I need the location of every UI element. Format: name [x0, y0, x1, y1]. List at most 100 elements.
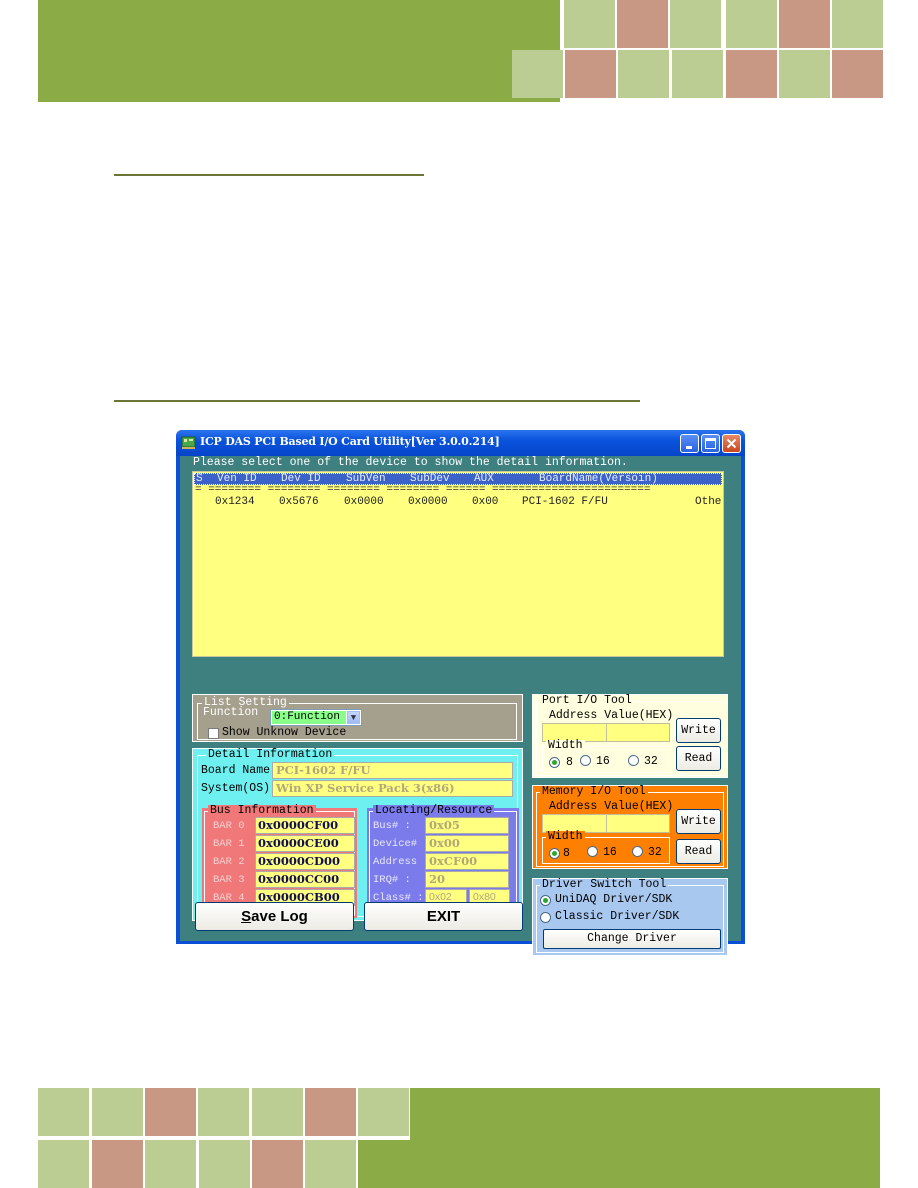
section-rule [114, 400, 640, 402]
list-setting-panel: List Setting Function 0:Function ▼ Show … [192, 694, 523, 742]
irq-label: IRQ# : [373, 874, 411, 886]
unidaq-driver-radio[interactable] [540, 895, 551, 906]
save-log-button[interactable]: Save Log [195, 902, 354, 931]
bar2-label: BAR 2 [213, 856, 245, 868]
address-label: Address : [373, 856, 430, 868]
tile [726, 0, 777, 48]
system-os-field[interactable]: Win XP Service Pack 3(x86) [272, 780, 513, 797]
port-read-button[interactable]: Read [676, 746, 721, 771]
port-width-8-label: 8 [566, 756, 573, 769]
system-os-label: System(OS) [201, 782, 271, 795]
memory-width-8-radio[interactable] [549, 848, 560, 859]
header-banner-lower [38, 48, 510, 102]
port-write-button[interactable]: Write [676, 718, 721, 743]
tile [145, 1140, 196, 1188]
tile [38, 1088, 89, 1136]
bus-number-label: Bus# : [373, 820, 411, 832]
exit-button[interactable]: EXIT [364, 902, 523, 931]
tile [38, 1140, 89, 1188]
memory-width-legend: Width [546, 830, 585, 843]
bus-info-group: Bus Information BAR 0 0x0000CF00 BAR 1 0… [204, 805, 355, 916]
close-button[interactable] [722, 434, 741, 453]
driver-switch-panel: Driver Switch Tool UniDAQ Driver/SDK Cla… [532, 878, 728, 956]
window-client: Please select one of the device to show … [180, 456, 741, 956]
bar2-field[interactable]: 0x0000CD00 [255, 853, 355, 870]
tile [670, 0, 721, 48]
tile [617, 0, 668, 48]
memory-width-16-label: 16 [603, 846, 617, 859]
memory-write-button[interactable]: Write [676, 809, 721, 834]
tile [832, 0, 883, 48]
bar3-field[interactable]: 0x0000CC00 [255, 871, 355, 888]
device-list[interactable]: S Ven ID Dev ID SubVen SubDev AUX BoardN… [192, 471, 724, 657]
tile [618, 50, 669, 98]
title-bar[interactable]: ICP DAS PCI Based I/O Card Utility[Ver 3… [176, 430, 745, 456]
memory-width-32-radio[interactable] [632, 846, 643, 857]
device-number-label: Device# : [373, 838, 430, 850]
memory-width-group: Width 8 16 32 [542, 831, 670, 864]
tile [92, 1140, 143, 1188]
board-name-field[interactable]: PCI-1602 F/FU [272, 762, 513, 779]
bar1-label: BAR 1 [213, 838, 245, 850]
app-card-icon [181, 436, 196, 449]
footer-banner-lower [358, 1140, 880, 1188]
memory-io-group: Memory I/O Tool Address Value(HEX) Width… [536, 786, 724, 867]
window-title: ICP DAS PCI Based I/O Card Utility[Ver 3… [200, 435, 500, 448]
tile [564, 0, 615, 48]
change-driver-button[interactable]: Change Driver [543, 929, 721, 949]
port-width-16-label: 16 [596, 755, 610, 768]
port-io-group: Port I/O Tool Address Value(HEX) Width 8… [536, 695, 724, 776]
tile [92, 1088, 143, 1136]
tile [358, 1088, 409, 1136]
address-field[interactable]: 0xCF00 [425, 853, 509, 870]
memory-width-16-radio[interactable] [587, 846, 598, 857]
port-width-legend: Width [546, 739, 585, 752]
maximize-icon [705, 438, 716, 449]
close-icon [726, 438, 737, 449]
tile [305, 1088, 356, 1136]
driver-switch-legend: Driver Switch Tool [540, 878, 669, 891]
locating-legend: Locating/Resource [373, 804, 495, 817]
irq-field[interactable]: 20 [425, 871, 509, 888]
tile [565, 50, 616, 98]
minimize-icon [686, 446, 692, 449]
tile [199, 1140, 250, 1188]
tile [252, 1140, 303, 1188]
cell-subven: 0x0000 [344, 496, 384, 508]
show-unknown-label: Show Unknow Device [222, 726, 347, 739]
port-width-8-radio[interactable] [549, 757, 560, 768]
show-unknown-checkbox[interactable] [208, 728, 219, 739]
tile [198, 1088, 249, 1136]
tile [145, 1088, 196, 1136]
cell-subdev: 0x0000 [408, 496, 448, 508]
memory-io-legend: Memory I/O Tool [540, 785, 648, 798]
divider [606, 815, 607, 832]
unidaq-driver-label: UniDAQ Driver/SDK [555, 893, 673, 906]
port-width-32-label: 32 [644, 755, 658, 768]
device-number-field[interactable]: 0x00 [425, 835, 509, 852]
port-address-value-label: Address Value(HEX) [549, 709, 674, 722]
detail-info-group: Detail Information Board Name PCI-1602 F… [197, 749, 519, 918]
memory-width-32-label: 32 [648, 846, 662, 859]
bus-number-field[interactable]: 0x05 [425, 817, 509, 834]
minimize-button[interactable] [680, 434, 699, 453]
cell-ven-id: 0x1234 [215, 496, 255, 508]
maximize-button[interactable] [701, 434, 720, 453]
bar0-field[interactable]: 0x0000CF00 [255, 817, 355, 834]
port-io-legend: Port I/O Tool [540, 694, 634, 707]
port-width-16-radio[interactable] [580, 755, 591, 766]
tile [832, 50, 883, 98]
chevron-down-icon[interactable]: ▼ [347, 711, 360, 724]
bar1-field[interactable]: 0x0000CE00 [255, 835, 355, 852]
classic-driver-radio[interactable] [540, 912, 551, 923]
memory-read-button[interactable]: Read [676, 839, 721, 864]
list-setting-group: List Setting Function 0:Function ▼ Show … [197, 697, 517, 740]
function-select[interactable]: 0:Function ▼ [270, 709, 362, 726]
tile [305, 1140, 356, 1188]
app-window: ICP DAS PCI Based I/O Card Utility[Ver 3… [176, 430, 745, 956]
tile [726, 50, 777, 98]
tile [252, 1088, 303, 1136]
function-label: Function [203, 706, 259, 719]
port-width-32-radio[interactable] [628, 755, 639, 766]
function-select-value: 0:Function [272, 711, 346, 724]
